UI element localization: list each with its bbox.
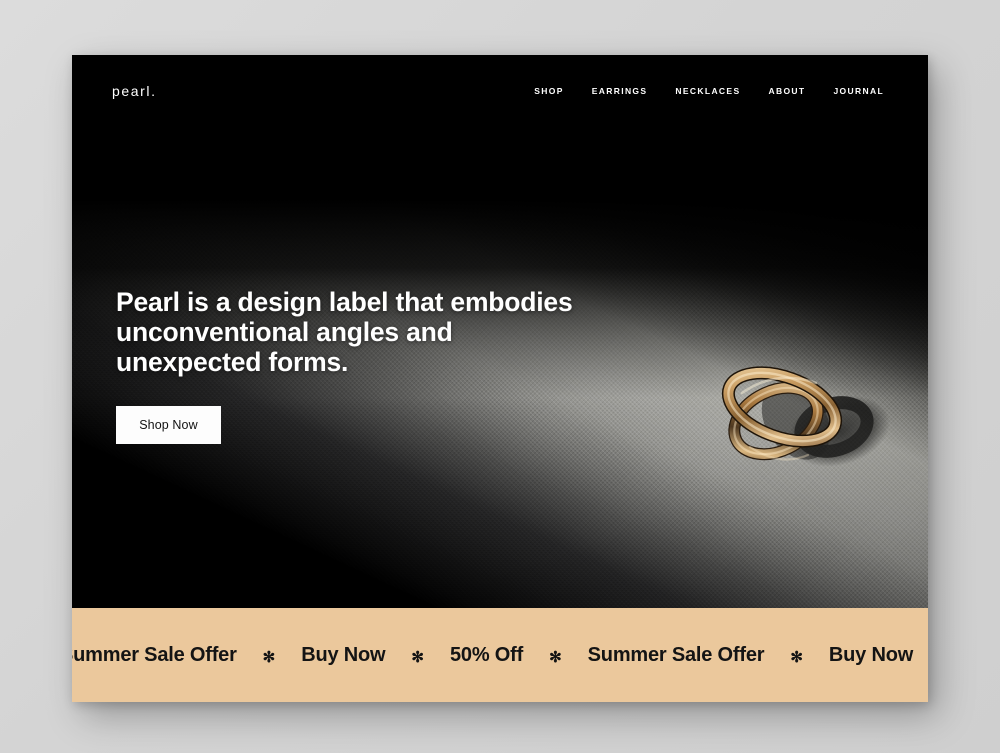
shop-now-button[interactable]: Shop Now: [116, 406, 221, 444]
nav-link-shop[interactable]: SHOP: [534, 86, 564, 96]
page-title: Pearl is a design label that embodies un…: [116, 287, 636, 377]
site-header: pearl. SHOP EARRINGS NECKLACES ABOUT JOU…: [72, 55, 928, 127]
promo-banner: Summer Sale Offer ✻ Buy Now ✻ 50% Off ✻ …: [72, 608, 928, 702]
headline-line-2: unconventional angles and: [116, 317, 453, 347]
main-navigation: SHOP EARRINGS NECKLACES ABOUT JOURNAL: [534, 86, 884, 96]
ticker-item[interactable]: 50% Off: [424, 644, 549, 667]
promo-ticker[interactable]: Summer Sale Offer ✻ Buy Now ✻ 50% Off ✻ …: [72, 644, 928, 667]
hero-section: pearl. SHOP EARRINGS NECKLACES ABOUT JOU…: [72, 55, 928, 608]
nav-link-journal[interactable]: JOURNAL: [833, 86, 884, 96]
headline-line-1: Pearl is a design label that embodies: [116, 287, 573, 317]
rings-svg: [721, 366, 890, 467]
asterisk-icon: ✻: [262, 648, 276, 666]
gold-rings-image: [684, 335, 924, 495]
headline-line-3: unexpected forms.: [116, 347, 349, 377]
nav-link-necklaces[interactable]: NECKLACES: [675, 86, 740, 96]
brand-logo[interactable]: pearl.: [112, 83, 157, 99]
asterisk-icon: ✻: [790, 648, 803, 666]
website-card: pearl. SHOP EARRINGS NECKLACES ABOUT JOU…: [72, 55, 928, 702]
nav-link-earrings[interactable]: EARRINGS: [592, 86, 648, 96]
asterisk-icon: ✻: [549, 648, 562, 666]
ticker-item[interactable]: Buy Now: [275, 644, 411, 667]
ticker-item[interactable]: Summer Sale Offer: [72, 644, 263, 667]
asterisk-icon: ✻: [411, 648, 424, 666]
hero-copy: Pearl is a design label that embodies un…: [116, 287, 636, 444]
nav-link-about[interactable]: ABOUT: [768, 86, 805, 96]
ticker-item[interactable]: Summer Sale Offer: [562, 644, 791, 667]
ticker-item[interactable]: Buy Now: [803, 644, 928, 667]
